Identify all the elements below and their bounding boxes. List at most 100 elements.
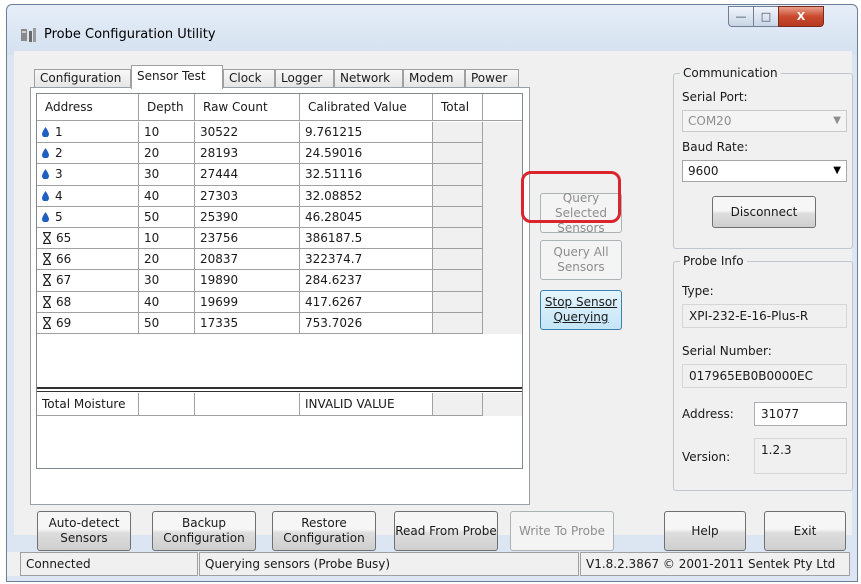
sensor-total-cell (433, 206, 483, 228)
sensor-total-cell (433, 143, 483, 165)
sensor-filler-cell (483, 122, 522, 144)
sensor-address-text: 65 (56, 231, 72, 246)
sensor-total-cell (433, 312, 483, 334)
address-input[interactable]: 31077 (754, 402, 847, 426)
query-all-highlight-annotation (521, 171, 621, 223)
water-drop-icon (42, 127, 49, 138)
sensor-address-cell: 69 (37, 312, 139, 334)
sensor-address-cell: 4 (37, 185, 139, 207)
total-separator-top (37, 387, 522, 389)
tab-logger[interactable]: Logger (275, 69, 334, 88)
disconnect-button[interactable]: Disconnect (712, 196, 816, 228)
total-total-cell (433, 393, 483, 416)
sensor-filler-cell (483, 270, 522, 292)
sensor-total-cell (433, 122, 483, 144)
restore-configuration-button[interactable]: Restore Configuration (272, 511, 376, 551)
sensor-total-cell (433, 164, 483, 186)
minimize-button[interactable]: — (728, 6, 754, 27)
serial-number-label: Serial Number: (682, 344, 772, 358)
query-all-sensors-button[interactable]: Query All Sensors (540, 240, 622, 280)
sensor-raw-count-cell: 27303 (195, 185, 300, 207)
sensor-depth-cell: 50 (139, 312, 195, 334)
total-moisture-row[interactable]: Total Moisture INVALID VALUE (37, 393, 522, 416)
write-to-probe-button[interactable]: Write To Probe (510, 511, 614, 551)
help-button[interactable]: Help (664, 511, 746, 551)
chevron-down-icon: ▼ (833, 165, 841, 176)
sensor-raw-count-cell: 25390 (195, 206, 300, 228)
table-row[interactable]: 5 50 25390 46.28045 (37, 206, 522, 228)
tab-network[interactable]: Network (334, 69, 403, 88)
sensor-depth-cell: 30 (139, 270, 195, 292)
tab-configuration[interactable]: Configuration (34, 69, 131, 88)
backup-configuration-button[interactable]: Backup Configuration (152, 511, 256, 551)
stop-sensor-querying-button[interactable]: Stop Sensor Querying (540, 290, 622, 330)
table-row[interactable]: 65 10 23756 386187.5 (37, 228, 522, 250)
column-header-calibrated-value[interactable]: Calibrated Value (300, 94, 433, 120)
grid-header-row: Address Depth Raw Count Calibrated Value… (37, 94, 522, 121)
column-header-total[interactable]: Total (433, 94, 483, 120)
table-row[interactable]: 3 30 27444 32.51116 (37, 164, 522, 186)
table-row[interactable]: 2 20 28193 24.59016 (37, 143, 522, 165)
close-button[interactable]: X (778, 6, 824, 27)
column-header-depth[interactable]: Depth (139, 94, 195, 120)
sensor-raw-count-cell: 17335 (195, 312, 300, 334)
sensor-grid[interactable]: Address Depth Raw Count Calibrated Value… (36, 93, 523, 469)
sensor-calibrated-value-cell: 417.6267 (300, 291, 433, 313)
tab-modem[interactable]: Modem (403, 69, 465, 88)
sensor-calibrated-value-cell: 32.08852 (300, 185, 433, 207)
communication-group-label: Communication (680, 66, 781, 80)
app-icon (21, 28, 36, 42)
baud-rate-value: 9600 (688, 164, 719, 178)
sensor-calibrated-value-cell: 24.59016 (300, 143, 433, 165)
app-window: Probe Configuration Utility — □ X Config… (6, 4, 858, 582)
title-bar[interactable]: Probe Configuration Utility — □ X (7, 5, 857, 55)
sensor-depth-cell: 20 (139, 249, 195, 271)
status-connection: Connected (20, 552, 198, 576)
sensor-raw-count-cell: 23756 (195, 228, 300, 250)
sensor-address-text: 1 (55, 125, 63, 140)
sensor-address-text: 4 (55, 188, 63, 203)
serial-port-label: Serial Port: (682, 90, 748, 104)
status-version: V1.8.2.3867 © 2001-2011 Sentek Pty Ltd (580, 552, 850, 576)
client-area: Configuration Sensor Test Clock Logger N… (14, 51, 853, 551)
sensor-address-cell: 67 (37, 270, 139, 292)
status-activity: Querying sensors (Probe Busy) (199, 552, 579, 576)
total-moisture-label: Total Moisture (37, 393, 139, 416)
version-label: Version: (682, 450, 731, 464)
sensor-address-text: 69 (56, 315, 72, 330)
sensor-address-text: 68 (56, 294, 72, 309)
column-header-address[interactable]: Address (37, 94, 139, 120)
baud-rate-select[interactable]: 9600 ▼ (682, 160, 847, 182)
version-value: 1.2.3 (754, 438, 847, 474)
table-row[interactable]: 69 50 17335 753.7026 (37, 312, 522, 334)
column-header-raw-count[interactable]: Raw Count (195, 94, 300, 120)
exit-button[interactable]: Exit (764, 511, 846, 551)
serial-port-select[interactable]: COM20 ▼ (682, 110, 847, 132)
window-title: Probe Configuration Utility (44, 27, 216, 42)
address-label: Address: (682, 407, 734, 421)
maximize-button[interactable]: □ (753, 6, 779, 27)
hourglass-icon (43, 232, 51, 245)
sensor-filler-cell (483, 291, 522, 313)
sensor-depth-cell: 10 (139, 122, 195, 144)
table-row[interactable]: 66 20 20837 322374.7 (37, 249, 522, 271)
tab-clock[interactable]: Clock (223, 69, 275, 88)
auto-detect-sensors-button[interactable]: Auto-detect Sensors (37, 511, 131, 551)
read-from-probe-button[interactable]: Read From Probe (394, 511, 498, 551)
total-calibrated-cell: INVALID VALUE (300, 393, 433, 416)
tab-power[interactable]: Power (465, 69, 519, 88)
sensor-filler-cell (483, 143, 522, 165)
table-row[interactable]: 1 10 30522 9.761215 (37, 122, 522, 144)
table-row[interactable]: 67 30 19890 284.6237 (37, 270, 522, 292)
sensor-address-text: 2 (55, 146, 63, 161)
table-row[interactable]: 4 40 27303 32.08852 (37, 185, 522, 207)
communication-group: Communication Serial Port: COM20 ▼ Baud … (673, 66, 853, 249)
probe-type-value: XPI-232-E-16-Plus-R (682, 304, 847, 328)
sensor-raw-count-cell: 27444 (195, 164, 300, 186)
water-drop-icon (42, 211, 49, 222)
sensor-raw-count-cell: 19699 (195, 291, 300, 313)
sensor-filler-cell (483, 228, 522, 250)
table-row[interactable]: 68 40 19699 417.6267 (37, 291, 522, 313)
tab-sensor-test[interactable]: Sensor Test (131, 65, 223, 89)
water-drop-icon (42, 169, 49, 180)
